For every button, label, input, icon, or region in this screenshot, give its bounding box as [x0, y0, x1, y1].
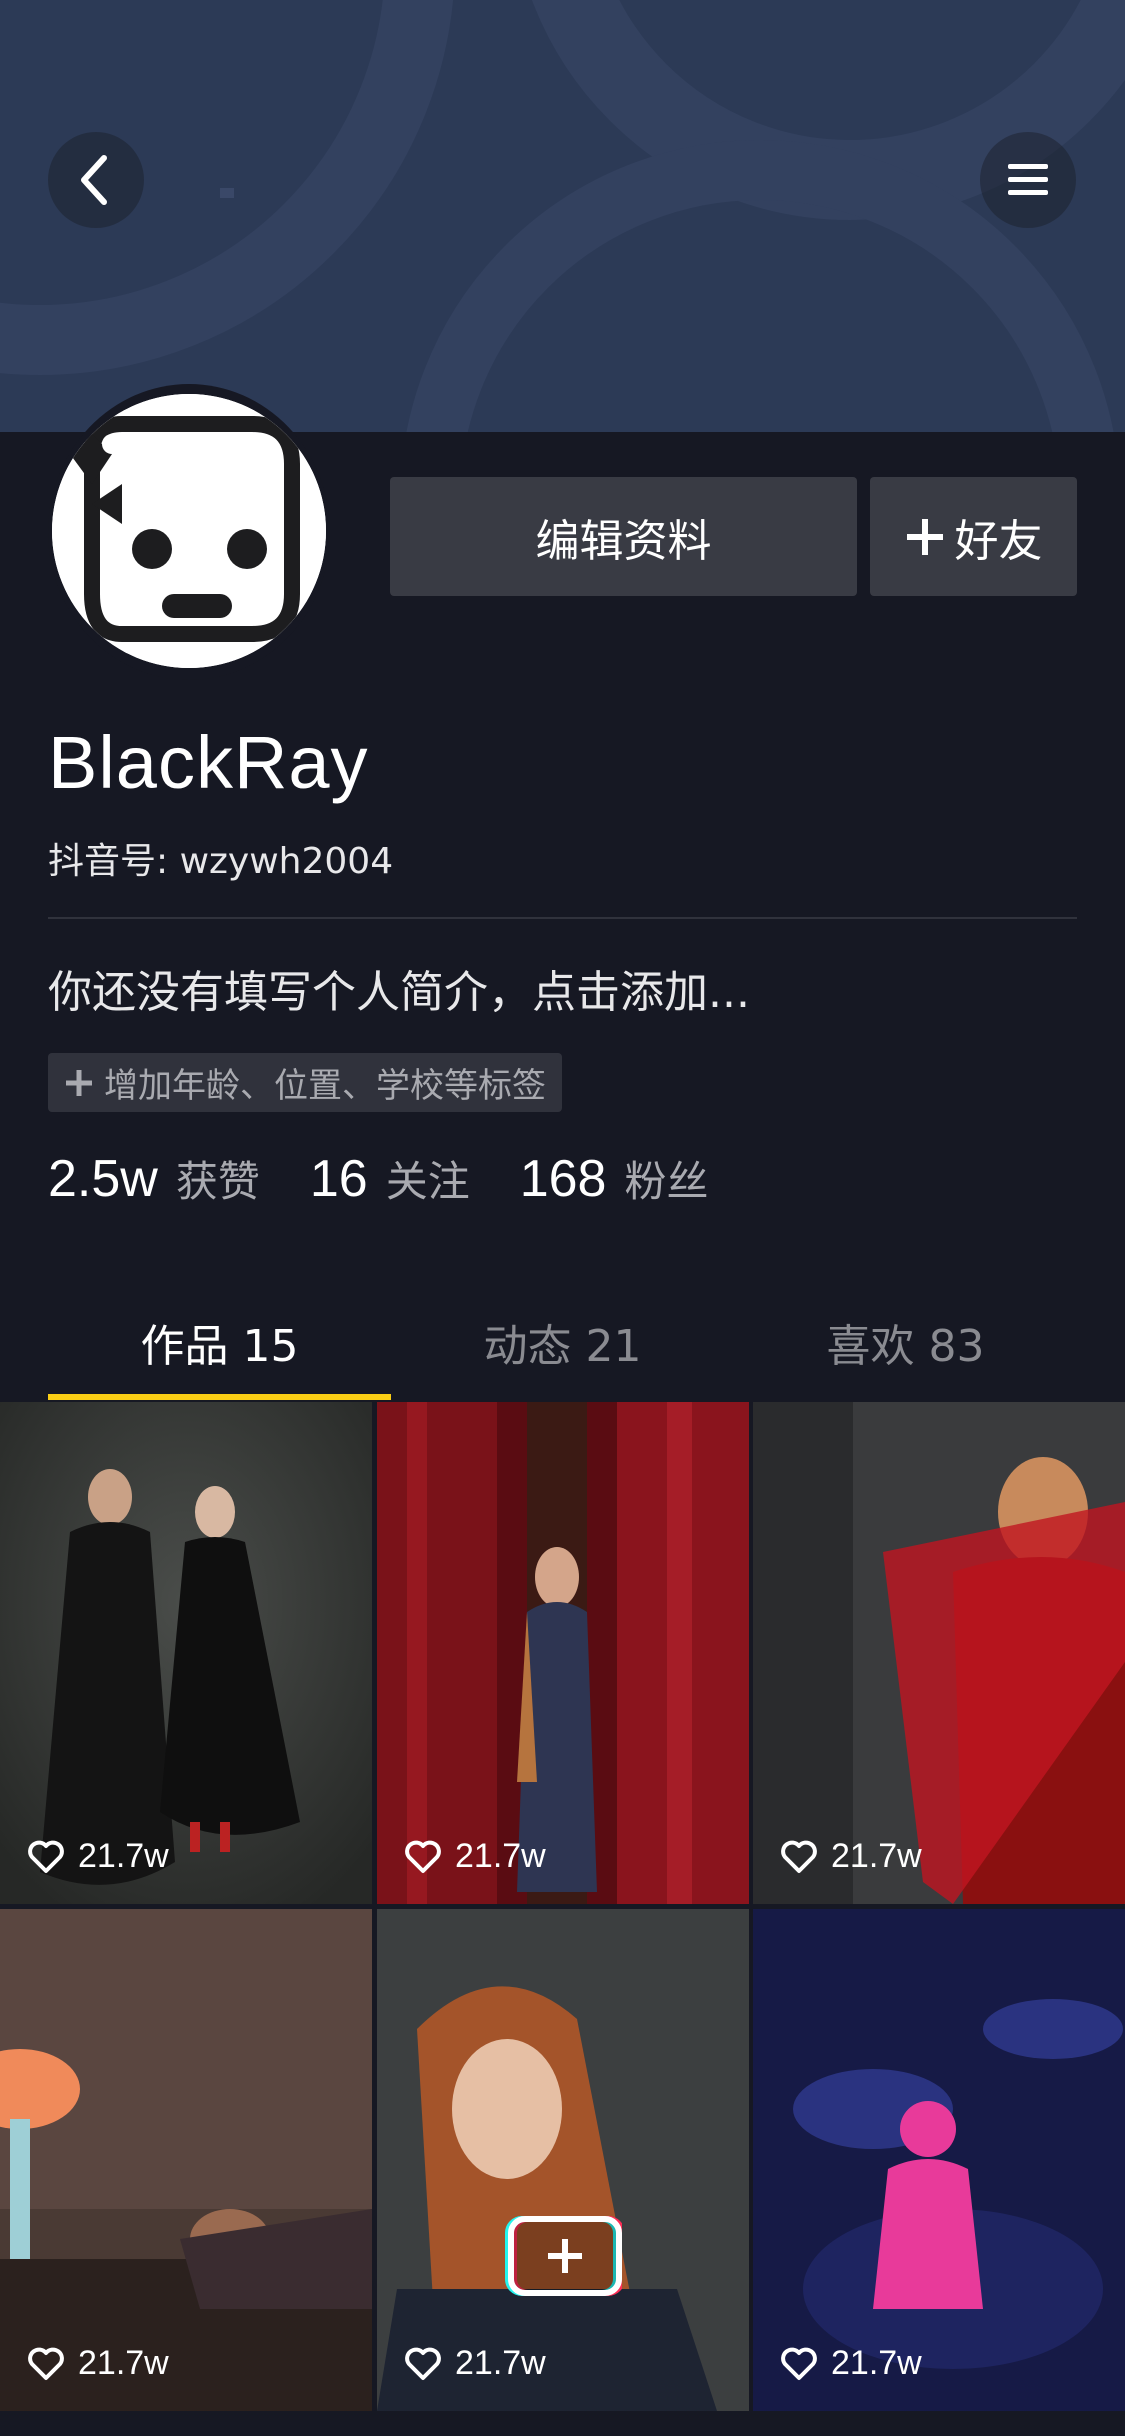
likes-count: 21.7w [78, 1837, 169, 1875]
heart-icon [781, 1840, 817, 1873]
add-tag-label: 增加年龄、位置、学校等标签 [104, 1066, 546, 1106]
likes-count: 21.7w [455, 1837, 546, 1875]
plus-icon [66, 1069, 92, 1096]
profile-stats: 2.5w 获赞 16 关注 168 粉丝 [48, 1148, 759, 1209]
divider [48, 917, 1077, 919]
following-count[interactable]: 16 [310, 1149, 368, 1209]
likes-indicator: 21.7w [28, 1837, 169, 1876]
heart-icon [405, 2347, 441, 2380]
likes-count: 21.7w [831, 2344, 922, 2382]
video-thumbnail[interactable]: 21.7w [377, 1402, 749, 1904]
likes-count: 21.7w [455, 2344, 546, 2382]
avatar-frame [48, 384, 330, 680]
tab-likes[interactable]: 喜欢 83 [734, 1300, 1077, 1400]
heart-icon [405, 1840, 441, 1873]
video-thumbnail-image [377, 1909, 749, 2411]
likes-count[interactable]: 2.5w [48, 1149, 158, 1209]
back-button[interactable] [48, 132, 144, 228]
edit-profile-button[interactable]: 编辑资料 [390, 477, 857, 596]
tab-works[interactable]: 作品 15 [48, 1300, 391, 1400]
video-thumbnail-image [0, 1909, 372, 2411]
heart-icon [28, 1840, 64, 1873]
plus-icon [505, 2216, 625, 2296]
video-thumbnail-image [0, 1402, 372, 1904]
hamburger-menu-icon [1008, 164, 1048, 195]
tab-moments[interactable]: 动态 21 [391, 1300, 734, 1400]
menu-button[interactable] [980, 132, 1076, 228]
likes-label[interactable]: 获赞 [176, 1148, 260, 1209]
followers-label[interactable]: 粉丝 [624, 1148, 708, 1209]
video-thumbnail[interactable]: 21.7w [0, 1402, 372, 1904]
add-friend-button[interactable]: 好友 [870, 477, 1077, 596]
likes-indicator: 21.7w [781, 1837, 922, 1876]
robot-face-icon [52, 394, 326, 668]
add-friend-label: 好友 [954, 515, 1043, 567]
following-label[interactable]: 关注 [386, 1148, 470, 1209]
profile-cover[interactable] [0, 0, 1125, 432]
add-tag-button[interactable]: 增加年龄、位置、学校等标签 [48, 1053, 562, 1112]
bio-text[interactable]: 你还没有填写个人简介，点击添加... [48, 956, 750, 1020]
video-thumbnail[interactable]: 21.7w [377, 1909, 749, 2411]
likes-count: 21.7w [78, 2344, 169, 2382]
video-thumbnail-image [753, 1402, 1125, 1904]
video-thumbnail-image [753, 1909, 1125, 2411]
douyin-id: 抖音号: wzywh2004 [48, 841, 394, 882]
video-thumbnail[interactable]: 21.7w [0, 1909, 372, 2411]
create-video-button[interactable] [500, 2215, 625, 2297]
video-thumbnail[interactable]: 21.7w [753, 1402, 1125, 1904]
likes-indicator: 21.7w [405, 1837, 546, 1876]
likes-indicator: 21.7w [28, 2344, 169, 2383]
plus-icon [906, 518, 943, 555]
tab-indicator [48, 1394, 391, 1400]
heart-icon [781, 2347, 817, 2380]
likes-indicator: 21.7w [405, 2344, 546, 2383]
video-thumbnail[interactable]: 21.7w [753, 1909, 1125, 2411]
cover-pattern [0, 0, 1125, 432]
avatar[interactable] [52, 394, 326, 668]
chevron-left-icon [81, 155, 107, 205]
heart-icon [28, 2347, 64, 2380]
followers-count[interactable]: 168 [520, 1149, 607, 1209]
likes-count: 21.7w [831, 1837, 922, 1875]
username: BlackRay [48, 721, 369, 804]
profile-tabs: 作品 15 动态 21 喜欢 83 [48, 1300, 1077, 1400]
likes-indicator: 21.7w [781, 2344, 922, 2383]
edit-profile-label: 编辑资料 [535, 515, 712, 567]
video-thumbnail-image [377, 1402, 749, 1904]
